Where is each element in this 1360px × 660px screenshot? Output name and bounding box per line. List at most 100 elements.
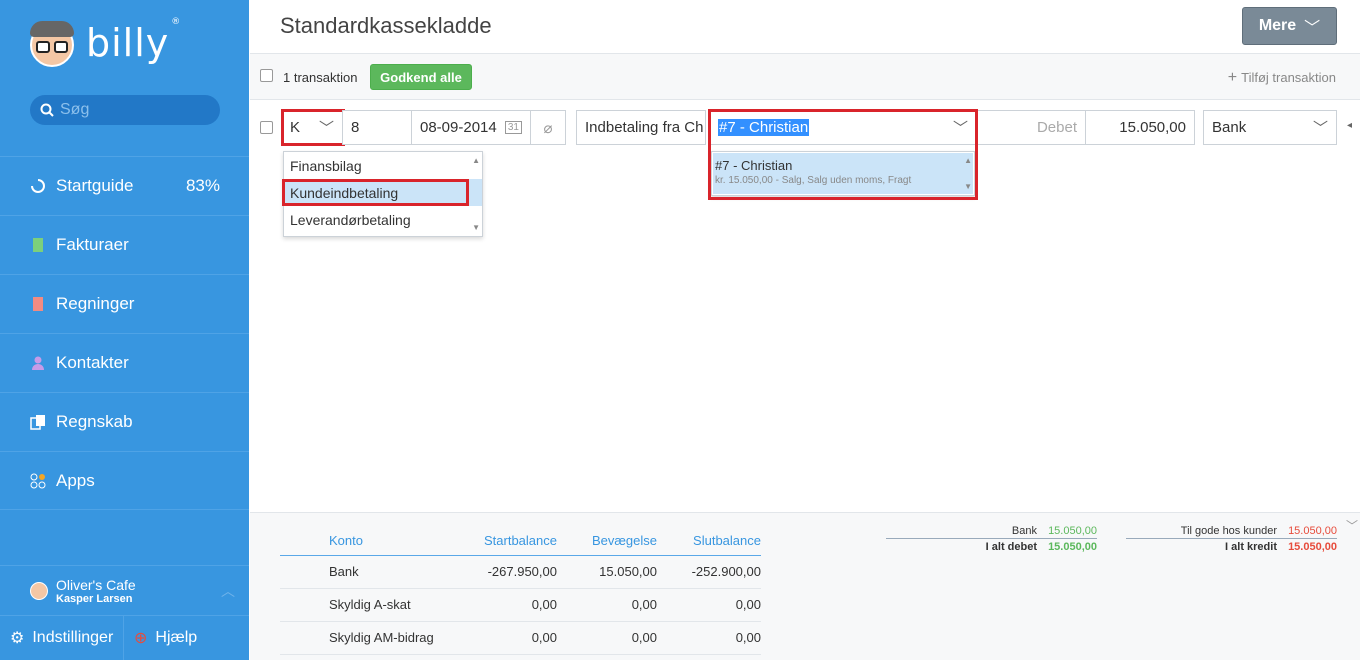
column-header: Bevægelse: [557, 527, 657, 556]
caret-left-icon[interactable]: ◂: [1347, 120, 1352, 131]
toolbar: 1 transaktion Godkend alle + Tilføj trans…: [250, 54, 1360, 100]
contact-icon: [32, 356, 44, 370]
billy-logo[interactable]: billy ®: [30, 17, 180, 70]
table-cell: 0,00: [557, 588, 657, 622]
nav-item-apps[interactable]: Apps: [0, 451, 249, 510]
credit-line-value: 15.050,00: [1288, 525, 1337, 537]
nav-item-regnskab[interactable]: Regnskab: [0, 392, 249, 451]
collapse-chevron-icon[interactable]: ﹀: [1346, 517, 1358, 534]
table-cell: Bank: [329, 555, 459, 589]
table-cell: -252.900,00: [657, 555, 761, 589]
account-value: Bank: [1212, 119, 1247, 136]
table-cell: 0,00: [657, 621, 761, 655]
gear-icon: ⚙: [10, 630, 25, 647]
amount-field[interactable]: 15.050,00: [1085, 110, 1195, 145]
add-transaction-button[interactable]: + Tilføj transaktion: [1228, 69, 1336, 87]
logo-mascot-icon: [30, 21, 74, 67]
column-header: Konto: [329, 527, 459, 556]
approve-all-button[interactable]: Godkend alle: [370, 64, 472, 90]
table-cell: 0,00: [459, 588, 557, 622]
debit-totals: Bank 15.050,00 I alt debet 15.050,00: [886, 524, 1097, 554]
debit-line-label: Bank: [1011, 525, 1037, 537]
account-select[interactable]: Bank ﹀: [1203, 110, 1337, 145]
table-cell: 0,00: [557, 621, 657, 655]
chevron-down-icon: ﹀: [1312, 120, 1328, 137]
table-cell: Skyldig AM-bidrag: [329, 621, 459, 655]
add-transaction-label: Tilføj transaktion: [1241, 70, 1336, 85]
column-header: Slutbalance: [657, 527, 761, 556]
table-row: Skyldig A-skat 0,00 0,00 0,00: [280, 588, 761, 622]
apps-icon: [30, 473, 46, 488]
chevron-down-icon: ﹀: [1304, 20, 1321, 37]
paperclip-icon: ⌀: [543, 119, 553, 137]
main-nav: Startguide 83% Fakturaer Regninger Konta…: [0, 156, 249, 510]
description-value: Indbetaling fra Ch: [585, 119, 704, 136]
attachment-button[interactable]: ⌀: [530, 110, 566, 145]
progress-icon: [31, 179, 45, 193]
nav-item-regninger[interactable]: Regninger: [0, 274, 249, 333]
search-input[interactable]: Søg: [30, 95, 220, 125]
nav-item-fakturaer[interactable]: Fakturaer: [0, 215, 249, 274]
search-placeholder: Søg: [60, 101, 90, 118]
balance-summary: Konto Startbalance Bevægelse Slutbalance…: [250, 512, 1360, 660]
credit-total-value: 15.050,00: [1288, 540, 1337, 553]
invoice-icon: [33, 238, 43, 252]
nav-item-kontakter[interactable]: Kontakter: [0, 333, 249, 392]
table-cell: Skyldig A-skat: [329, 588, 459, 622]
main-content: Standardkassekladde Mere ﹀ 1 transaktion …: [250, 0, 1360, 660]
nav-label: Startguide: [56, 176, 134, 195]
credit-line-label: Til gode hos kunder: [1180, 525, 1277, 537]
table-cell: -267.950,00: [459, 555, 557, 589]
help-label: Hjælp: [155, 629, 198, 646]
sidebar-footer: ⚙ Indstillinger ⊕ Hjælp: [0, 615, 249, 660]
org-name: Oliver's Cafe: [56, 576, 136, 593]
nav-label: Regninger: [56, 294, 135, 313]
debit-line-value: 15.050,00: [1048, 525, 1097, 537]
type-option-finansbilag[interactable]: Finansbilag: [284, 152, 482, 179]
credit-totals: Til gode hos kunder 15.050,00 I alt kred…: [1126, 524, 1337, 554]
table-row: Bank -267.950,00 15.050,00 -252.900,00: [280, 555, 761, 589]
chevron-up-icon: ︿: [221, 582, 235, 599]
credit-total-label: I alt kredit: [1225, 540, 1277, 553]
nav-label: Fakturaer: [56, 235, 129, 254]
settings-label: Indstillinger: [32, 629, 114, 646]
bill-icon: [33, 297, 43, 311]
logo-text: billy: [86, 21, 170, 65]
scroll-up-icon[interactable]: ▲: [472, 156, 480, 165]
startguide-progress: 83%: [185, 176, 220, 195]
description-field[interactable]: Indbetaling fra Ch: [576, 110, 706, 145]
settings-link[interactable]: ⚙ Indstillinger: [0, 616, 124, 660]
date-value: 08-09-2014: [420, 119, 497, 136]
scroll-down-icon[interactable]: ▼: [472, 223, 480, 232]
type-option-leverandorbetaling[interactable]: Leverandørbetaling: [284, 206, 482, 233]
debit-total-label: I alt debet: [985, 540, 1037, 553]
table-cell: 0,00: [657, 588, 761, 622]
avatar: [30, 581, 48, 600]
column-header: Startbalance: [459, 527, 557, 556]
nav-label: Apps: [56, 470, 95, 490]
table-cell: 15.050,00: [557, 555, 657, 589]
side-value: Debet: [1036, 119, 1077, 136]
select-all-checkbox[interactable]: [260, 69, 273, 82]
debit-total-value: 15.050,00: [1048, 540, 1097, 553]
nav-item-startguide[interactable]: Startguide 83%: [0, 156, 249, 215]
search-icon: [40, 103, 54, 117]
voucher-number-field[interactable]: 8: [342, 110, 412, 145]
help-link[interactable]: ⊕ Hjælp: [124, 616, 197, 660]
highlight-box: [281, 109, 345, 146]
page-title: Standardkassekladde: [280, 13, 492, 38]
row-checkbox[interactable]: [260, 121, 273, 134]
transaction-count: 1 transaktion: [283, 70, 358, 85]
organization-switcher[interactable]: Oliver's Cafe Kasper Larsen ︿: [0, 565, 249, 615]
user-name: Kasper Larsen: [56, 592, 133, 605]
more-button[interactable]: Mere ﹀: [1242, 7, 1337, 45]
table-cell: 0,00: [459, 621, 557, 655]
voucher-number: 8: [351, 119, 360, 136]
more-label: Mere: [1258, 17, 1297, 34]
calendar-icon: 31: [504, 121, 522, 134]
date-field[interactable]: 08-09-2014 31: [411, 110, 531, 145]
accounting-icon: [30, 415, 45, 430]
sidebar: billy ® Søg Startguide 83% Fakturaer Regn…: [0, 0, 249, 660]
plus-icon: +: [1227, 69, 1238, 86]
lifebuoy-icon: ⊕: [134, 630, 148, 647]
